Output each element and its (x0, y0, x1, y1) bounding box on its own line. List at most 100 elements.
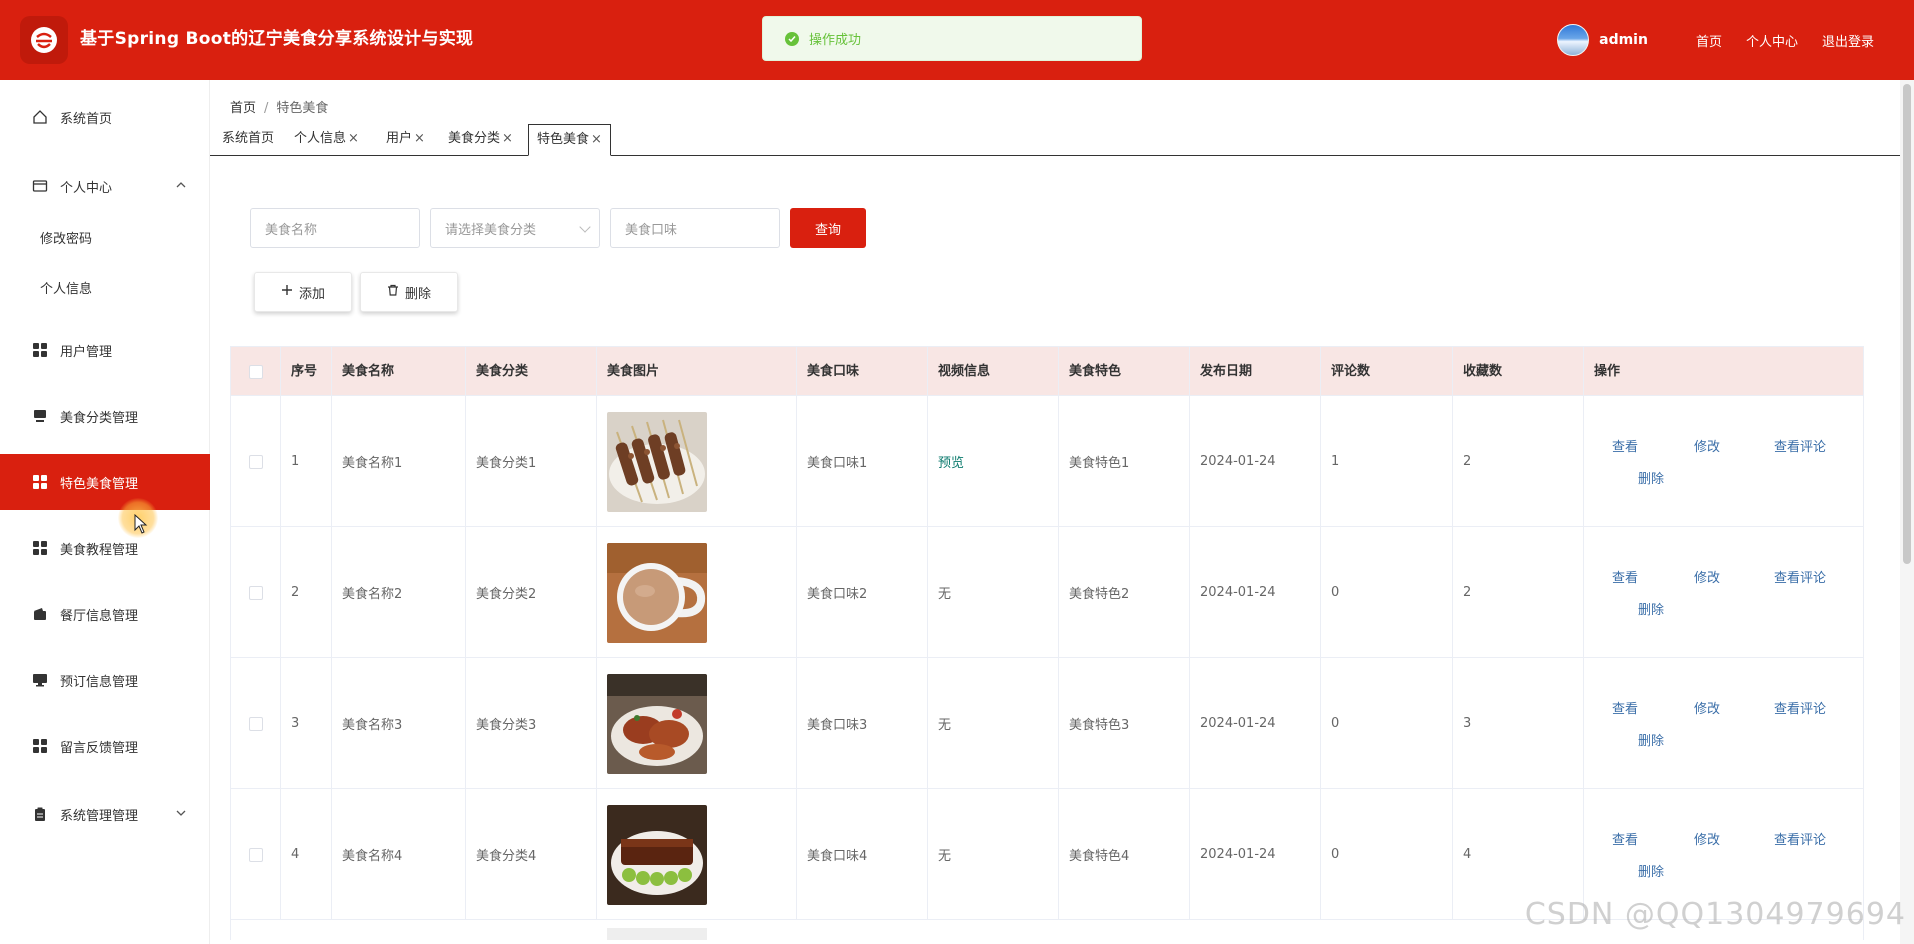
delete-link[interactable]: 删除 (1638, 861, 1664, 880)
nav-link-personal-center[interactable]: 个人中心 (1746, 31, 1798, 50)
sidebar-item-special-food-mgmt[interactable]: 特色美食管理 (0, 454, 210, 510)
food-name-placeholder: 美食名称 (265, 222, 318, 238)
page-scrollbar[interactable] (1900, 80, 1914, 944)
sidebar-item-personal-center[interactable]: 个人中心 (0, 158, 210, 214)
sidebar-item-home[interactable]: 系统首页 (0, 89, 210, 145)
video-preview-link[interactable]: 预览 (938, 452, 964, 471)
cell-taste: 美食口味2 (797, 527, 928, 658)
close-icon[interactable]: × (591, 132, 602, 147)
row-checkbox[interactable] (248, 454, 263, 469)
delete-link[interactable]: 删除 (1638, 468, 1664, 487)
delete-link[interactable]: 删除 (1638, 730, 1664, 749)
sidebar-subitem-change-password[interactable]: 修改密码 (0, 217, 210, 257)
food-name-input[interactable]: 美食名称 (250, 208, 420, 248)
view-comments-link[interactable]: 查看评论 (1774, 698, 1826, 717)
cell-image (597, 527, 797, 658)
tab-special-food[interactable]: 特色美食 × (528, 124, 611, 156)
avatar[interactable] (1557, 24, 1590, 56)
delete-link[interactable]: 删除 (1638, 599, 1664, 618)
close-icon[interactable]: × (502, 131, 513, 146)
sidebar-subitem-personal-info[interactable]: 个人信息 (0, 267, 210, 307)
cell-category: 美食分类1 (466, 396, 597, 527)
sidebar-item-system-mgmt[interactable]: 系统管理管理 (0, 786, 210, 842)
nav-link-logout[interactable]: 退出登录 (1822, 31, 1874, 50)
grid-icon (32, 342, 48, 358)
food-taste-placeholder: 美食口味 (625, 222, 678, 238)
food-image-fried-dish[interactable] (607, 673, 707, 774)
grid-icon (32, 474, 48, 490)
header-comments: 评论数 (1321, 347, 1453, 397)
tab-user[interactable]: 用户 × (378, 124, 433, 155)
select-all-checkbox[interactable] (248, 365, 263, 379)
cell-category: 美食分类4 (466, 789, 597, 920)
sidebar-item-feedback-mgmt[interactable]: 留言反馈管理 (0, 718, 210, 774)
tab-personal-info[interactable]: 个人信息 × (286, 124, 367, 155)
row-select-cell (231, 396, 281, 527)
edit-link[interactable]: 修改 (1694, 436, 1720, 455)
header-feature: 美食特色 (1059, 347, 1190, 397)
view-comments-link[interactable]: 查看评论 (1774, 567, 1826, 586)
cell-video: 无 (928, 658, 1059, 789)
scrollbar-thumb[interactable] (1903, 84, 1911, 564)
row-checkbox[interactable] (248, 847, 263, 862)
sidebar-item-restaurant-mgmt[interactable]: 餐厅信息管理 (0, 586, 210, 642)
mouse-pointer-icon (134, 514, 148, 534)
food-taste-input[interactable]: 美食口味 (610, 208, 780, 248)
cell-video: 无 (928, 527, 1059, 658)
tab-home[interactable]: 系统首页 (214, 124, 282, 155)
sidebar-item-label: 特色美食管理 (60, 476, 139, 492)
delete-button[interactable]: 删除 (360, 272, 458, 312)
sidebar-item-category-mgmt[interactable]: 美食分类管理 (0, 388, 210, 444)
query-button[interactable]: 查询 (790, 208, 866, 248)
header-no: 序号 (281, 347, 332, 397)
cell-video: 无 (928, 789, 1059, 920)
view-link[interactable]: 查看 (1612, 698, 1638, 717)
watermark: CSDN @QQ1304979694 (1524, 897, 1906, 932)
view-link[interactable]: 查看 (1612, 829, 1638, 848)
row-checkbox[interactable] (248, 716, 263, 731)
sidebar-item-label: 留言反馈管理 (60, 740, 139, 756)
food-image-skewers[interactable] (607, 411, 707, 512)
sidebar-item-user-mgmt[interactable]: 用户管理 (0, 322, 210, 378)
cell-date: 2024-01-24 (1190, 658, 1321, 789)
edit-link[interactable]: 修改 (1694, 698, 1720, 717)
edit-link[interactable]: 修改 (1694, 829, 1720, 848)
sidebar-item-label: 系统首页 (60, 111, 113, 127)
cell-favorites: 2 (1453, 527, 1584, 658)
sidebar-item-label: 个人中心 (60, 180, 113, 196)
tab-food-category[interactable]: 美食分类 × (440, 124, 521, 155)
food-category-select[interactable]: 请选择美食分类 (430, 208, 600, 248)
sidebar-item-label: 修改密码 (40, 231, 93, 247)
app-logo[interactable] (20, 16, 68, 64)
cell-comments: 0 (1321, 658, 1453, 789)
view-link[interactable]: 查看 (1612, 567, 1638, 586)
header-video: 视频信息 (928, 347, 1059, 397)
row-checkbox[interactable] (248, 585, 263, 600)
close-icon[interactable]: × (348, 131, 359, 146)
cell-favorites: 2 (1453, 396, 1584, 527)
cell-taste: 美食口味3 (797, 658, 928, 789)
cell-taste: 美食口味1 (797, 396, 928, 527)
add-button[interactable]: 添加 (254, 272, 352, 312)
tab-label: 美食分类 (448, 131, 501, 146)
table-header: 序号 美食名称 美食分类 美食图片 美食口味 视频信息 美食特色 发布日期 评论… (230, 346, 1864, 397)
house-icon (32, 109, 48, 125)
sidebar-item-booking-mgmt[interactable]: 预订信息管理 (0, 652, 210, 708)
close-icon[interactable]: × (414, 131, 425, 146)
view-link[interactable]: 查看 (1612, 436, 1638, 455)
view-comments-link[interactable]: 查看评论 (1774, 436, 1826, 455)
nav-link-home[interactable]: 首页 (1696, 31, 1722, 50)
food-image-braised-pork[interactable] (607, 804, 707, 905)
food-image-milk-tea[interactable] (607, 542, 707, 643)
trash-icon (387, 284, 399, 300)
edit-link[interactable]: 修改 (1694, 567, 1720, 586)
sidebar-item-label: 个人信息 (40, 281, 93, 297)
sidebar-item-tutorial-mgmt[interactable]: 美食教程管理 (0, 520, 210, 576)
cell-date: 2024-01-24 (1190, 789, 1321, 920)
select-all-cell (231, 347, 281, 397)
cell-name: 美食名称4 (332, 789, 466, 920)
delete-button-label: 删除 (404, 286, 431, 302)
breadcrumb-home[interactable]: 首页 (230, 101, 256, 116)
cell-actions: 查看 修改 查看评论 删除 (1584, 658, 1863, 789)
view-comments-link[interactable]: 查看评论 (1774, 829, 1826, 848)
